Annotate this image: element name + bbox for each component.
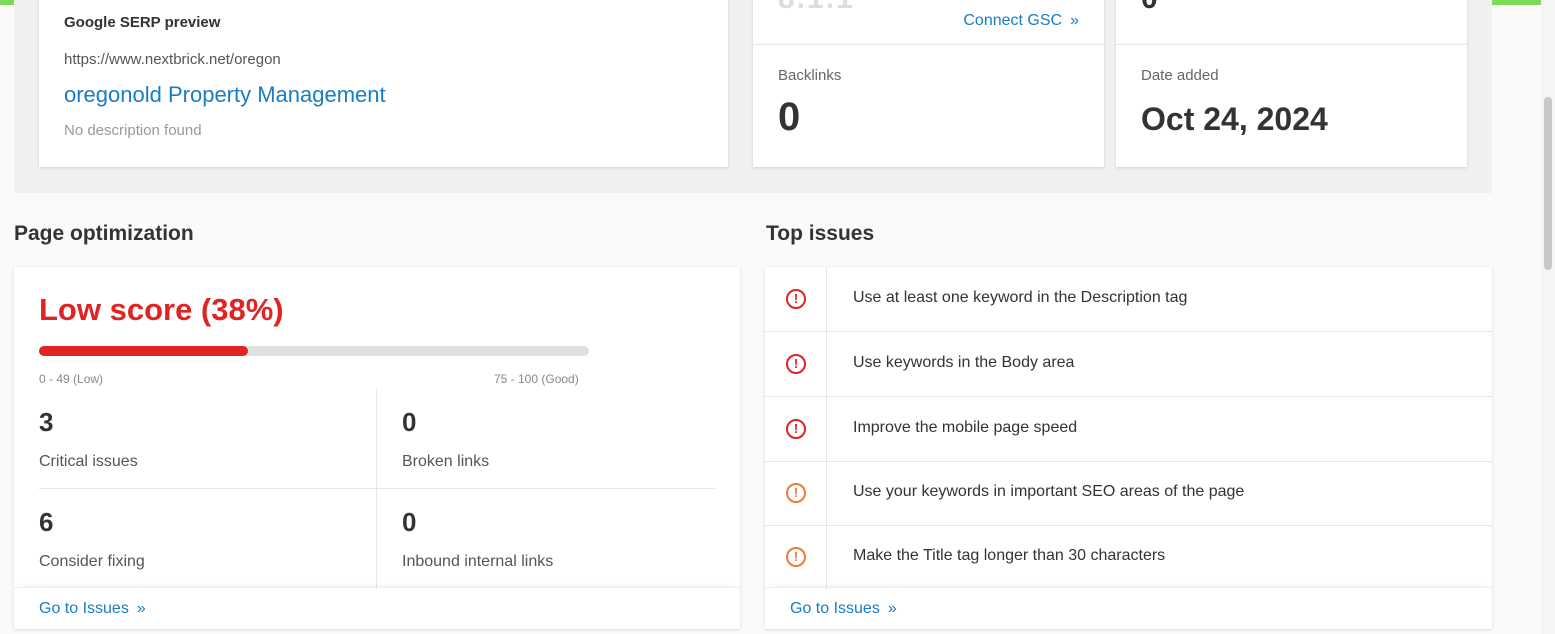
gsc-cut-value: 8.1.1 [778, 0, 855, 16]
go-to-issues-link[interactable]: Go to Issues » [39, 600, 146, 618]
stat-label: Inbound internal links [402, 553, 554, 570]
issue-text: Use your keywords in important SEO areas… [853, 483, 1245, 500]
gsc-card: 8.1.1 Connect GSC » [753, 0, 1104, 44]
stat-value: 6 [39, 507, 54, 537]
issue-text: Make the Title tag longer than 30 charac… [853, 547, 1166, 564]
stat-label: Consider fixing [39, 553, 145, 570]
stat-label: Broken links [402, 453, 490, 470]
score-progress-fill [39, 346, 248, 356]
issue-row[interactable]: ! Improve the mobile page speed [765, 397, 1492, 462]
serp-preview-description: No description found [64, 122, 202, 139]
top-right-cut-value: 0 [1141, 0, 1158, 16]
serp-preview-link-title[interactable]: oregonold Property Management [64, 82, 386, 108]
page-optimization-card: Low score (38%) 0 - 49 (Low) 75 - 100 (G… [14, 267, 740, 629]
alert-circle-icon: ! [786, 483, 806, 503]
range-low-label: 0 - 49 (Low) [39, 372, 104, 386]
issue-row[interactable]: ! Make the Title tag longer than 30 char… [765, 525, 1492, 590]
serp-preview-url: https://www.nextbrick.net/oregon [64, 51, 281, 68]
scrollbar-thumb[interactable] [1544, 97, 1552, 270]
date-added-card: Date added Oct 24, 2024 [1116, 44, 1467, 167]
alert-circle-icon: ! [786, 547, 806, 567]
alert-circle-icon: ! [786, 289, 806, 309]
range-good-label: 75 - 100 (Good) [494, 372, 579, 386]
chevron-right-icon: » [887, 600, 897, 617]
issue-text: Use keywords in the Body area [853, 354, 1075, 371]
serp-preview-card: Google SERP preview https://www.nextbric… [39, 0, 728, 167]
consider-fixing-stat: 6 Consider fixing [14, 489, 352, 587]
chevron-right-icon: » [136, 600, 146, 617]
date-added-value: Oct 24, 2024 [1141, 101, 1328, 137]
critical-issues-stat: 3 Critical issues [14, 389, 352, 487]
backlinks-card: Backlinks 0 [753, 44, 1104, 167]
page-optimization-title: Page optimization [14, 222, 194, 245]
top-issues-footer: Go to Issues » [765, 587, 1492, 629]
connect-gsc-label: Connect GSC [963, 12, 1063, 29]
date-added-label: Date added [1141, 67, 1219, 84]
score-progress-bar [39, 346, 589, 356]
serp-preview-title: Google SERP preview [64, 14, 221, 31]
backlinks-value: 0 [778, 95, 801, 139]
issue-text: Use at least one keyword in the Descript… [853, 289, 1188, 306]
broken-links-stat: 0 Broken links [377, 389, 715, 487]
alert-circle-icon: ! [786, 354, 806, 374]
score-text: Low score (38%) [39, 292, 284, 327]
issue-row[interactable]: ! Use at least one keyword in the Descri… [765, 267, 1492, 332]
page-scrollbar[interactable] [1541, 0, 1555, 634]
go-to-issues-link[interactable]: Go to Issues » [790, 600, 897, 618]
issue-text: Improve the mobile page speed [853, 419, 1078, 436]
backlinks-label: Backlinks [778, 67, 842, 84]
inbound-internal-links-stat: 0 Inbound internal links [377, 489, 715, 587]
top-right-stat-card: 0 [1116, 0, 1467, 44]
stat-value: 0 [402, 407, 417, 437]
go-to-issues-label: Go to Issues [790, 600, 880, 617]
go-to-issues-label: Go to Issues [39, 600, 129, 617]
top-issues-title: Top issues [766, 222, 875, 245]
issue-row[interactable]: ! Use your keywords in important SEO are… [765, 461, 1492, 526]
alert-circle-icon: ! [786, 419, 806, 439]
stat-label: Critical issues [39, 453, 138, 470]
stat-value: 3 [39, 407, 54, 437]
issue-row[interactable]: ! Use keywords in the Body area [765, 332, 1492, 397]
page-optimization-footer: Go to Issues » [14, 587, 740, 629]
stat-value: 0 [402, 507, 417, 537]
connect-gsc-link[interactable]: Connect GSC » [963, 12, 1079, 30]
top-issues-card: ! Use at least one keyword in the Descri… [765, 267, 1492, 629]
chevron-right-icon: » [1070, 12, 1079, 29]
